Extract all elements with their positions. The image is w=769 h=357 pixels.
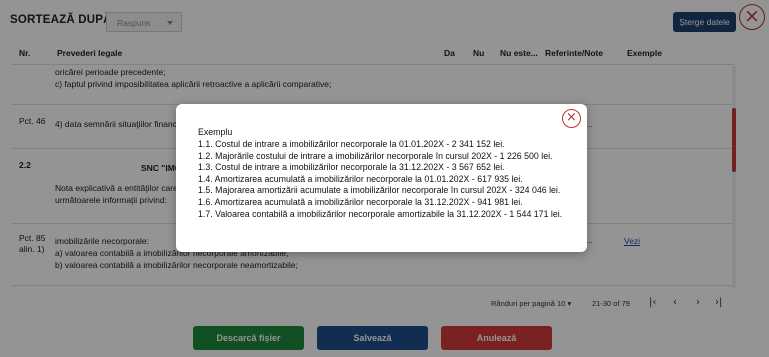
list-item: 1.2. Majorările costului de intrare a im… <box>198 150 553 161</box>
example-modal: × Exemplu 1.1. Costul de intrare a imobi… <box>176 104 587 252</box>
list-item: 1.3. Costul de intrare a imobilizărilor … <box>198 162 505 173</box>
list-item: 1.5. Majorarea amortizării acumulate a i… <box>198 185 561 196</box>
list-item: 1.1. Costul de intrare a imobilizărilor … <box>198 139 505 149</box>
modal-title: Exemplu <box>198 127 233 137</box>
list-item: 1.6. Amortizarea acumulată a imobilizări… <box>198 196 523 207</box>
list-item: 1.4. Amortizarea acumulată a imobilizări… <box>198 173 523 184</box>
example-list: 1.1. Costul de intrare a imobilizărilor … <box>198 139 562 220</box>
list-item: 1.7. Valoarea contabilă a imobilizărilor… <box>198 208 563 219</box>
close-icon[interactable]: × <box>562 109 581 128</box>
